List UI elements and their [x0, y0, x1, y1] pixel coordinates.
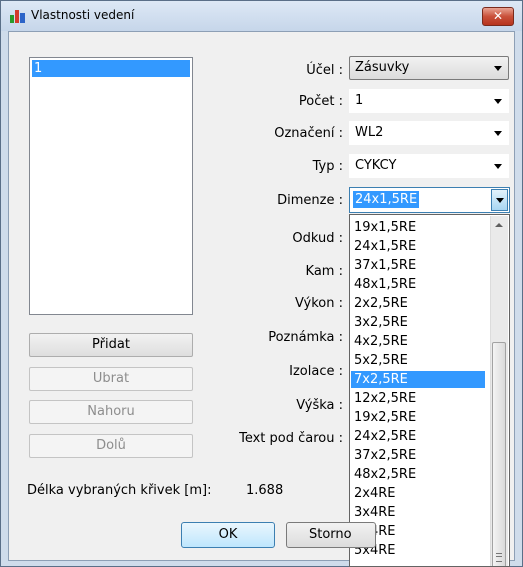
- dropdown-option[interactable]: 37x2,5RE: [351, 447, 485, 464]
- dimenze-label: Dimenze :: [277, 193, 343, 208]
- pocet-combo[interactable]: 1: [349, 89, 509, 113]
- length-value: 1.688: [246, 483, 284, 498]
- pocet-label: Počet :: [298, 94, 343, 109]
- close-button[interactable]: ✕: [482, 7, 514, 26]
- vyska-label: Výška :: [296, 398, 343, 413]
- ucel-label: Účel :: [306, 63, 343, 78]
- odkud-label: Odkud :: [292, 231, 343, 246]
- typ-value: CYKCY: [355, 158, 397, 173]
- dimenze-combo[interactable]: 24x1,5RE: [349, 187, 510, 213]
- dropdown-option[interactable]: 12x2,5RE: [351, 390, 485, 407]
- oznaceni-value: WL2: [355, 125, 384, 140]
- chevron-down-icon[interactable]: [494, 99, 502, 104]
- dropdown-option[interactable]: 37x1,5RE: [351, 257, 485, 274]
- dropdown-option[interactable]: 48x2,5RE: [351, 466, 485, 483]
- dimenze-dropdown-list[interactable]: 19x1,5RE 24x1,5RE 37x1,5RE 48x1,5RE 2x2,5RE 3…: [349, 214, 510, 567]
- vykon-label: Výkon :: [294, 296, 343, 311]
- dropdown-option[interactable]: 3x2,5RE: [351, 314, 485, 331]
- kam-label: Kam :: [305, 264, 343, 279]
- ucel-value: Zásuvky: [355, 60, 410, 75]
- dropdown-option[interactable]: 19x2,5RE: [351, 409, 485, 426]
- ok-button[interactable]: OK: [181, 522, 275, 548]
- remove-button[interactable]: Ubrat: [29, 367, 193, 391]
- izolace-label: Izolace :: [289, 364, 343, 379]
- move-up-button[interactable]: Nahoru: [29, 400, 193, 424]
- ucel-combo[interactable]: Zásuvky: [349, 56, 509, 80]
- dropdown-option[interactable]: 19x1,5RE: [351, 219, 485, 236]
- pocet-value: 1: [355, 93, 364, 108]
- dropdown-option[interactable]: 4x2,5RE: [351, 333, 485, 350]
- scroll-up-arrow-icon[interactable]: [495, 223, 503, 227]
- dropdown-option[interactable]: 2x2,5RE: [351, 295, 485, 312]
- grip-icon: [496, 553, 502, 562]
- chevron-down-icon[interactable]: [494, 164, 502, 169]
- dropdown-option[interactable]: 5x2,5RE: [351, 352, 485, 369]
- dropdown-option[interactable]: 24x1,5RE: [351, 238, 485, 255]
- typ-combo[interactable]: CYKCY: [349, 154, 509, 178]
- cancel-button[interactable]: Storno: [286, 522, 376, 548]
- list-item[interactable]: 1: [32, 60, 190, 77]
- poznamka-label: Poznámka :: [268, 330, 343, 345]
- text-pod-carou-label: Text pod čarou :: [239, 431, 343, 446]
- dropdown-scrollbar[interactable]: [490, 216, 508, 566]
- length-label: Délka vybraných křivek [m]:: [27, 483, 212, 498]
- oznaceni-combo[interactable]: WL2: [349, 121, 509, 145]
- move-down-button[interactable]: Dolů: [29, 434, 193, 458]
- typ-label: Typ :: [312, 159, 343, 174]
- dropdown-option[interactable]: 3x4RE: [351, 504, 485, 521]
- chevron-down-icon[interactable]: [494, 66, 502, 71]
- app-chart-icon: [10, 9, 26, 23]
- add-button[interactable]: Přidat: [29, 333, 193, 357]
- dropdown-option[interactable]: 48x1,5RE: [351, 276, 485, 293]
- scrollbar-thumb[interactable]: [492, 342, 506, 566]
- dimenze-value: 24x1,5RE: [353, 191, 420, 208]
- dropdown-option[interactable]: 2x4RE: [351, 485, 485, 502]
- oznaceni-label: Označení :: [274, 126, 343, 141]
- dropdown-option[interactable]: 24x2,5RE: [351, 428, 485, 445]
- dimenze-dropdown-button[interactable]: [491, 189, 508, 211]
- items-listbox[interactable]: 1: [29, 57, 193, 315]
- window-title: Vlastnosti vedení: [31, 8, 135, 22]
- dropdown-option[interactable]: 7x2,5RE: [351, 371, 485, 388]
- chevron-down-icon[interactable]: [494, 131, 502, 136]
- chevron-down-icon: [496, 198, 504, 203]
